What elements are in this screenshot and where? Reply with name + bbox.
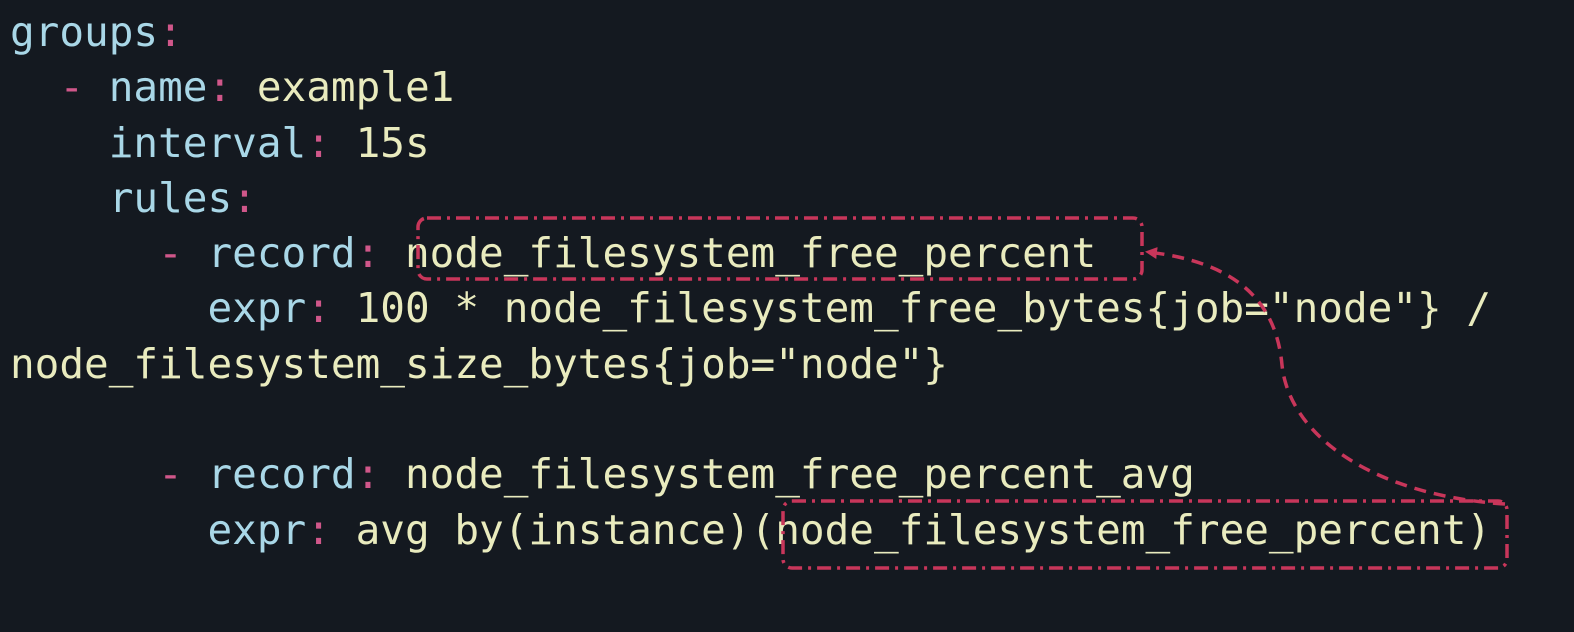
yaml-colon: : — [306, 118, 331, 167]
yaml-value-interval: 15s — [355, 118, 430, 167]
yaml-key-record: record — [207, 229, 356, 278]
yaml-list-dash: - — [158, 450, 183, 499]
code-line-6: expr: 100 * node_filesystem_free_bytes{j… — [10, 281, 1491, 336]
yaml-key-expr: expr — [207, 505, 307, 554]
record-name-free-percent: node_filesystem_free_percent — [404, 229, 1097, 278]
record-name-free-percent-avg: node_filesystem_free_percent_avg — [404, 450, 1195, 499]
yaml-key-record: record — [207, 450, 356, 499]
code-line-8-blank — [10, 392, 1491, 447]
yaml-key-name: name — [108, 63, 208, 112]
yaml-colon: : — [355, 229, 381, 278]
yaml-key-expr: expr — [207, 284, 307, 333]
yaml-key-rules: rules — [108, 173, 233, 222]
yaml-list-dash: - — [158, 229, 183, 278]
code-line-4: rules: — [10, 171, 1491, 226]
yaml-colon: : — [355, 450, 381, 499]
code-line-7: node_filesystem_size_bytes{job="node"} — [10, 337, 1491, 392]
yaml-code-block: groups: - name: example1 interval: 15s r… — [10, 5, 1491, 558]
yaml-key-groups: groups — [10, 8, 159, 56]
code-line-1: groups: — [10, 5, 1491, 60]
code-line-9: - record: node_filesystem_free_percent_a… — [10, 447, 1491, 502]
yaml-colon: : — [306, 505, 331, 554]
code-editor: groups: - name: example1 interval: 15s r… — [0, 0, 1574, 632]
code-line-5: - record: node_filesystem_free_percent — [10, 226, 1491, 281]
yaml-colon: : — [232, 173, 257, 222]
yaml-value-expr-part2: node_filesystem_size_bytes{job="node"} — [10, 339, 948, 388]
yaml-colon: : — [158, 8, 183, 56]
code-line-3: interval: 15s — [10, 116, 1491, 171]
yaml-list-dash: - — [59, 63, 85, 112]
yaml-colon: : — [306, 284, 331, 333]
code-line-10: expr: avg by(instance)(node_filesystem_f… — [10, 503, 1491, 558]
yaml-value-expr-prefix: avg by(instance)( — [355, 505, 776, 554]
yaml-value-group-name: example1 — [256, 63, 455, 112]
yaml-value-expr-suffix: ) — [1466, 505, 1492, 554]
yaml-value-expr-part1: 100 * node_filesystem_free_bytes{job="no… — [355, 284, 1492, 333]
yaml-key-interval: interval — [108, 118, 307, 167]
yaml-colon: : — [207, 63, 233, 112]
code-line-2: - name: example1 — [10, 60, 1491, 115]
record-reference-free-percent: node_filesystem_free_percent — [775, 505, 1467, 554]
